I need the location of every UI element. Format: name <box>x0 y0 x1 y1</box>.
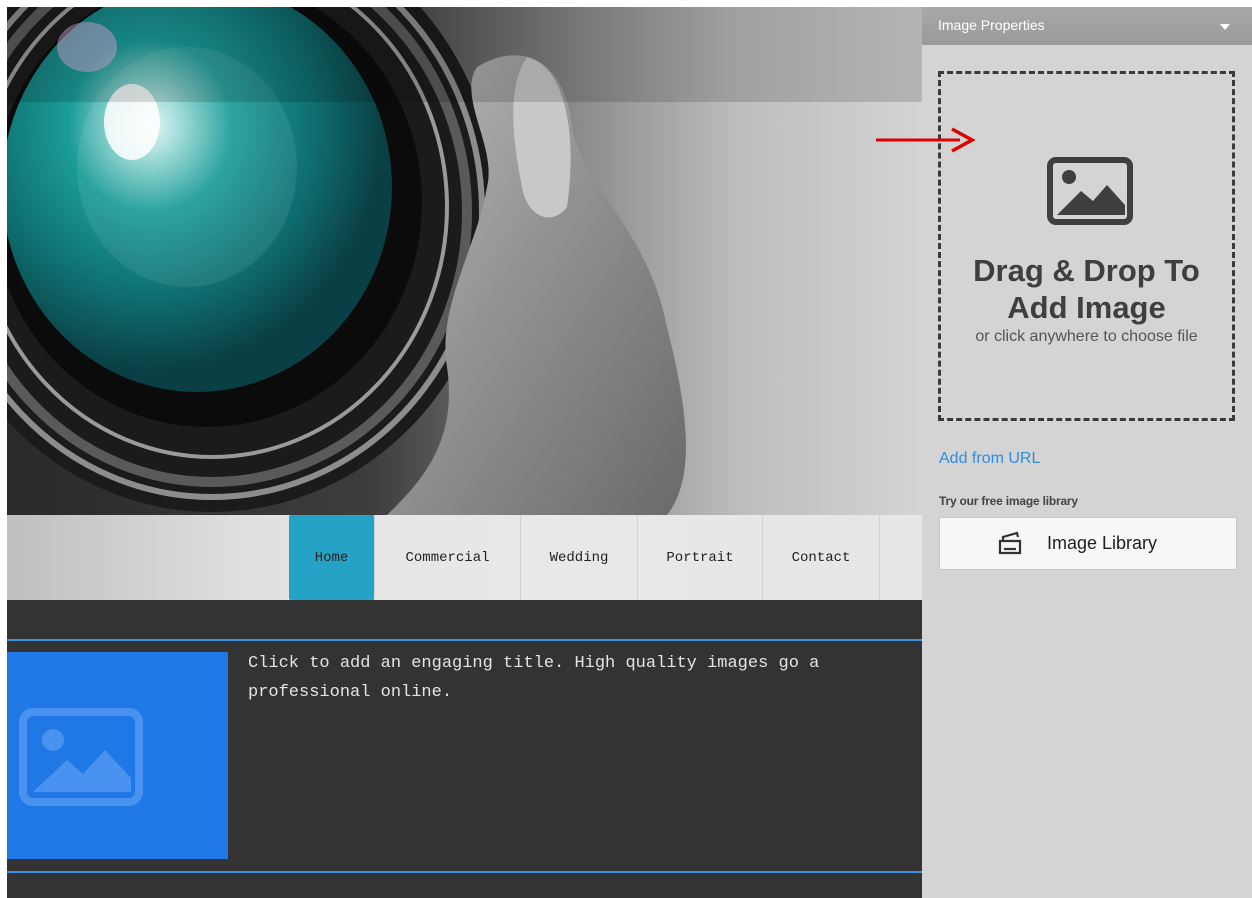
chevron-down-icon[interactable] <box>1220 24 1230 30</box>
nav-item-portrait[interactable]: Portrait <box>638 515 763 600</box>
website-preview: Home Commercial Wedding Portrait Contact… <box>7 7 922 898</box>
image-placeholder-icon <box>19 708 143 806</box>
image-placeholder[interactable] <box>7 652 228 859</box>
image-library-caption: Try our free image library <box>939 494 1078 508</box>
image-library-button[interactable]: Image Library <box>939 517 1237 570</box>
dropzone-subtitle: or click anywhere to choose file <box>975 328 1198 345</box>
dropzone-title: Drag & Drop To Add Image <box>973 253 1200 325</box>
image-library-label: Image Library <box>1046 533 1158 553</box>
nav-item-wedding[interactable]: Wedding <box>521 515 638 600</box>
image-dropzone[interactable]: Drag & Drop To Add Image or click anywhe… <box>938 71 1235 421</box>
hero-image[interactable] <box>7 7 922 515</box>
panel-header: Image Properties <box>922 7 1252 45</box>
nav-item-home[interactable]: Home <box>289 515 375 600</box>
site-navbar: Home Commercial Wedding Portrait Contact <box>7 515 922 600</box>
image-library-icon <box>998 531 1022 555</box>
panel-title: Image Properties <box>938 17 1045 33</box>
camera-lens-photo <box>7 7 922 515</box>
add-from-url-link[interactable]: Add from URL <box>939 450 1040 468</box>
nav-item-contact[interactable]: Contact <box>763 515 880 600</box>
editable-title-text[interactable]: Click to add an engaging title. High qua… <box>248 649 922 707</box>
content-section: Click to add an engaging title. High qua… <box>7 639 922 873</box>
image-icon <box>1047 157 1133 225</box>
nav-item-commercial[interactable]: Commercial <box>375 515 521 600</box>
annotation-arrow-icon <box>876 127 976 153</box>
